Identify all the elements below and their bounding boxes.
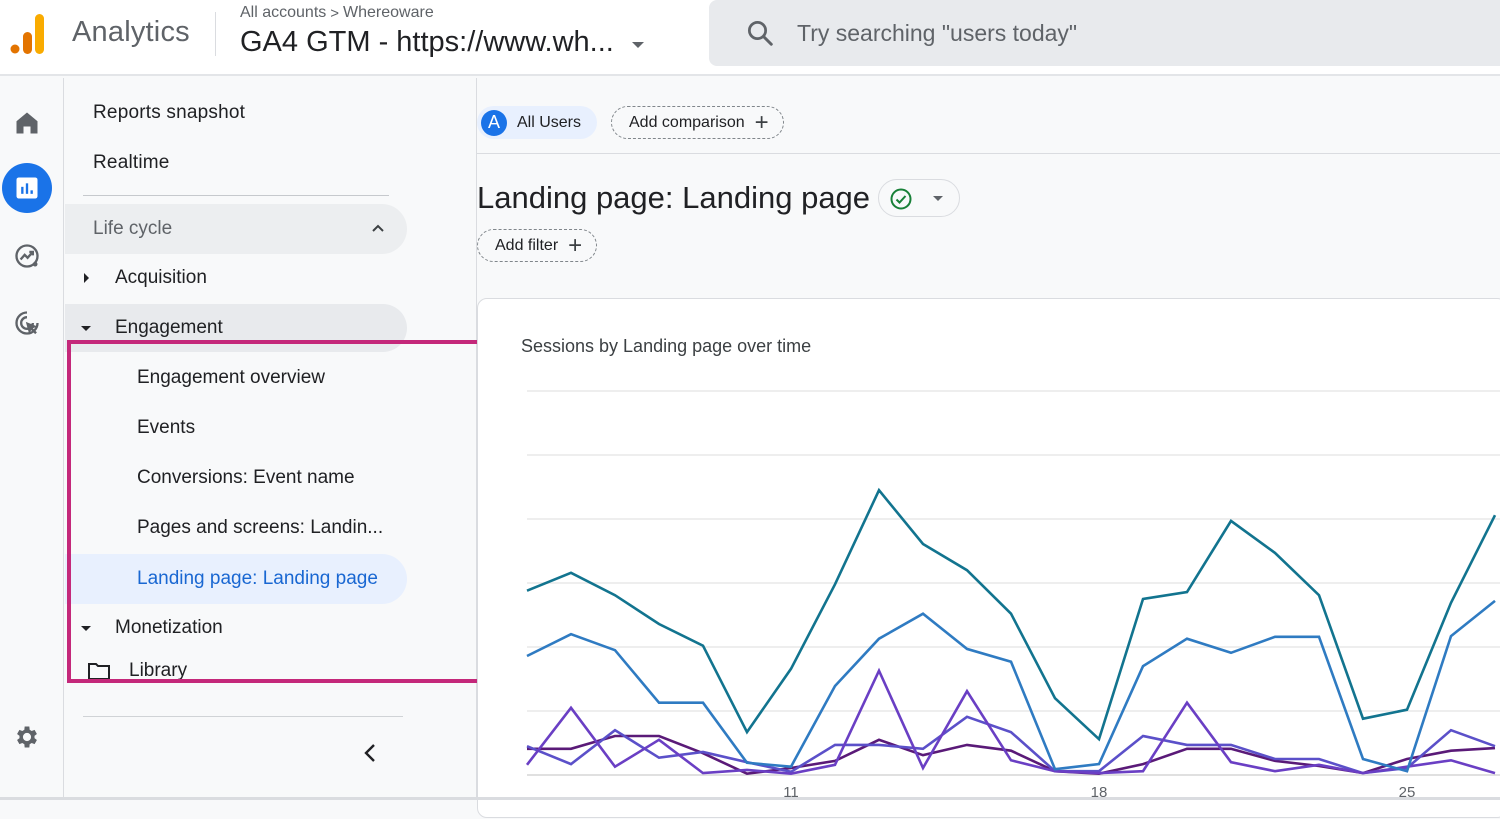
series-line-2[interactable]: [526, 599, 1496, 773]
folder-icon: [88, 663, 110, 680]
rail-home-button[interactable]: [2, 98, 52, 148]
reports-nav: Reports snapshot Realtime Life cycle Acq…: [65, 78, 477, 800]
add-filter-label: Add filter: [495, 236, 559, 254]
caret-down-icon: [631, 41, 644, 48]
property-name: GA4 GTM - https://www.wh...: [240, 26, 614, 58]
analytics-logo-icon: [10, 14, 44, 54]
advertising-icon: [15, 311, 39, 335]
home-icon: [16, 112, 38, 134]
rail-explore-button[interactable]: [2, 231, 52, 281]
segment-chip-all-users[interactable]: A All Users: [477, 106, 598, 139]
nav-divider: [83, 195, 389, 196]
caret-right-icon: [84, 273, 89, 283]
chart-card: Sessions by Landing page over time 11 18 2…: [477, 298, 1500, 818]
nav-reports-snapshot[interactable]: Reports snapshot: [93, 89, 245, 137]
caret-down-icon: [81, 625, 91, 631]
nav-group-engagement[interactable]: Engagement: [65, 304, 407, 352]
divider: [215, 12, 216, 56]
group-label: Monetization: [115, 617, 223, 638]
nav-divider: [83, 716, 403, 717]
nav-realtime[interactable]: Realtime: [93, 139, 170, 187]
rail-advertising-button[interactable]: [2, 298, 52, 348]
breadcrumb-account[interactable]: Whereoware: [343, 4, 434, 22]
gear-icon: [17, 726, 37, 748]
segment-label: All Users: [517, 113, 582, 131]
caret-down-icon: [81, 325, 91, 331]
explore-icon: [15, 244, 39, 268]
plus-icon: +: [568, 231, 583, 259]
library-label: Library: [129, 660, 188, 681]
group-label: Acquisition: [115, 267, 207, 288]
rail-settings-button[interactable]: [2, 712, 52, 762]
report-status-dropdown[interactable]: [878, 179, 961, 217]
group-label: Engagement: [115, 317, 223, 338]
segment-badge: A: [481, 109, 507, 136]
breadcrumb-root[interactable]: All accounts: [240, 4, 326, 22]
nav-pages-and-screens[interactable]: Pages and screens: Landin...: [65, 503, 407, 553]
property-selector[interactable]: GA4 GTM - https://www.wh...: [240, 26, 644, 59]
nav-group-acquisition[interactable]: Acquisition: [65, 254, 407, 302]
nav-engagement-overview[interactable]: Engagement overview: [65, 353, 407, 403]
rail-reports-button[interactable]: [2, 163, 52, 213]
divider: [477, 153, 1500, 154]
search-input[interactable]: [797, 16, 1437, 50]
nav-group-monetization[interactable]: Monetization: [65, 604, 407, 652]
add-comparison-label: Add comparison: [629, 113, 745, 131]
nav-conversions[interactable]: Conversions: Event name: [65, 453, 407, 503]
nav-events[interactable]: Events: [65, 403, 407, 453]
main-content: A All Users Add comparison + Landing pag…: [477, 78, 1500, 818]
app-name[interactable]: Analytics: [72, 16, 190, 49]
search-bar[interactable]: [709, 0, 1500, 66]
top-bar: Analytics All accounts > Whereoware GA4 …: [0, 0, 1500, 76]
nav-library[interactable]: Library: [87, 658, 187, 684]
section-life-cycle[interactable]: Life cycle: [65, 204, 407, 254]
add-comparison-button[interactable]: Add comparison +: [611, 106, 784, 139]
plus-icon: +: [754, 108, 769, 136]
reports-icon: [16, 177, 38, 199]
page-title-text: Landing page: Landing page: [477, 180, 871, 215]
collapse-nav-button[interactable]: [357, 740, 383, 766]
sessions-line-chart[interactable]: 11 18 25: [478, 299, 1500, 819]
nav-landing-page[interactable]: Landing page: Landing page: [65, 554, 407, 604]
icon-rail: [0, 78, 64, 800]
add-filter-button[interactable]: Add filter +: [477, 229, 598, 262]
chevron-left-icon: [364, 744, 375, 762]
breadcrumb[interactable]: All accounts > Whereoware: [240, 4, 434, 22]
caret-down-icon: [933, 196, 944, 201]
breadcrumb-separator-icon: >: [330, 4, 340, 22]
chevron-up-icon: [372, 224, 384, 232]
check-circle-icon: [890, 188, 912, 210]
section-label: Life cycle: [93, 218, 173, 239]
page-title: Landing page: Landing page: [477, 179, 961, 217]
search-icon: [748, 21, 773, 46]
